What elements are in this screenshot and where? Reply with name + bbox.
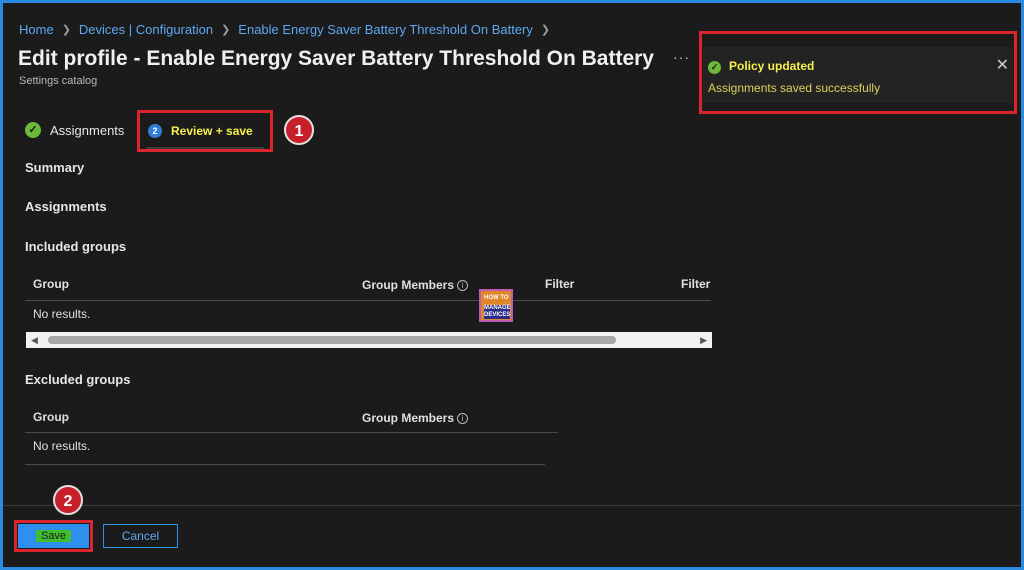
column-header-label: Group Members bbox=[362, 411, 455, 425]
breadcrumb-profile[interactable]: Enable Energy Saver Battery Threshold On… bbox=[238, 22, 533, 37]
close-icon[interactable]: ✕ bbox=[996, 55, 1009, 75]
active-step-underline bbox=[146, 147, 264, 149]
scroll-right-icon[interactable]: ▶ bbox=[700, 335, 707, 346]
table-divider bbox=[25, 464, 545, 465]
horizontal-scrollbar[interactable]: ◀ ▶ bbox=[26, 332, 712, 348]
watermark-line2: MANAGE DEVICES bbox=[484, 305, 511, 319]
info-icon[interactable]: i bbox=[457, 413, 469, 424]
step-label: Review + save bbox=[171, 124, 253, 138]
page-subtitle: Settings catalog bbox=[19, 75, 98, 87]
section-summary: Summary bbox=[25, 160, 85, 175]
column-header-group-members: Group Members i bbox=[362, 278, 469, 292]
chevron-right-icon: ❯ bbox=[540, 24, 551, 36]
breadcrumb-devices-configuration[interactable]: Devices | Configuration bbox=[79, 22, 213, 37]
toast-message: Assignments saved successfully bbox=[708, 81, 881, 95]
toast-notification: ✓ Policy updated Assignments saved succe… bbox=[703, 47, 1013, 103]
annotation-badge-1: 1 bbox=[284, 115, 314, 145]
section-assignments: Assignments bbox=[25, 199, 107, 214]
table-divider bbox=[25, 300, 711, 301]
check-circle-icon: ✓ bbox=[708, 61, 721, 74]
step-label: Assignments bbox=[50, 122, 125, 138]
step-review-save[interactable]: 2 Review + save bbox=[148, 124, 253, 138]
page-title: Edit profile - Enable Energy Saver Batte… bbox=[18, 47, 654, 70]
watermark-logo: HOW TO MANAGE DEVICES bbox=[479, 289, 513, 322]
breadcrumb-home[interactable]: Home bbox=[19, 22, 54, 37]
annotation-badge-2: 2 bbox=[53, 485, 83, 515]
table-empty-message: No results. bbox=[33, 439, 91, 453]
cancel-button[interactable]: Cancel bbox=[103, 524, 178, 548]
column-header-filter-2: Filter bbox=[681, 277, 711, 291]
breadcrumb: Home ❯ Devices | Configuration ❯ Enable … bbox=[19, 22, 550, 37]
section-excluded-groups: Excluded groups bbox=[25, 372, 131, 387]
save-button-label: Save bbox=[35, 530, 72, 542]
scroll-left-icon[interactable]: ◀ bbox=[31, 335, 38, 346]
more-options-icon[interactable]: ··· bbox=[673, 49, 690, 65]
app-frame: Home ❯ Devices | Configuration ❯ Enable … bbox=[3, 3, 1021, 567]
column-header-group: Group bbox=[33, 277, 69, 291]
column-header-label: Group Members bbox=[362, 278, 455, 292]
footer-divider bbox=[3, 505, 1021, 506]
section-included-groups: Included groups bbox=[25, 239, 127, 254]
chevron-right-icon: ❯ bbox=[221, 24, 231, 36]
watermark-line1: HOW TO bbox=[484, 295, 509, 301]
table-empty-message: No results. bbox=[33, 307, 91, 321]
column-header-filter: Filter bbox=[545, 277, 575, 291]
table-divider bbox=[25, 432, 558, 433]
column-header-group: Group bbox=[33, 410, 69, 424]
info-icon[interactable]: i bbox=[457, 280, 469, 291]
step-assignments[interactable]: ✓ Assignments bbox=[25, 122, 124, 138]
check-circle-icon: ✓ bbox=[25, 122, 41, 138]
save-button[interactable]: Save bbox=[18, 524, 89, 548]
step-number-icon: 2 bbox=[148, 124, 162, 138]
scrollbar-thumb[interactable] bbox=[48, 336, 616, 344]
column-header-group-members: Group Members i bbox=[362, 411, 469, 425]
chevron-right-icon: ❯ bbox=[61, 24, 71, 36]
toast-title: Policy updated bbox=[729, 59, 815, 73]
